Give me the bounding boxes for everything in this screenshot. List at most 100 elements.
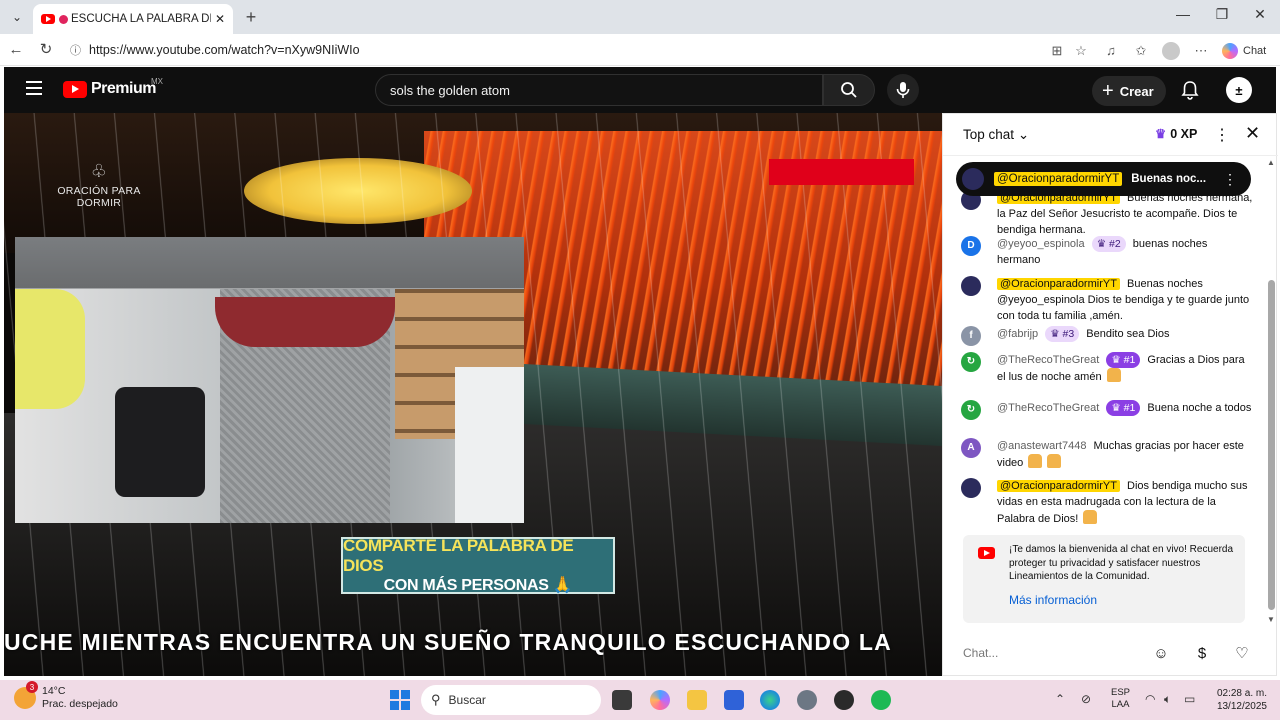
pinned-more-icon[interactable]: ⋮ [1223, 171, 1237, 188]
message-author[interactable]: @OracionparadormirYT [997, 480, 1120, 492]
chevron-up-icon[interactable]: ⌃ [1055, 692, 1065, 706]
wifi-icon[interactable]: ◠ [1145, 692, 1155, 706]
emoji-icon[interactable]: ☺ [1151, 644, 1171, 664]
scroll-thumb[interactable] [1268, 280, 1275, 610]
chat-more-icon[interactable]: ⋮ [1214, 125, 1230, 145]
new-tab-button[interactable]: + [240, 6, 262, 28]
media-control-icon[interactable]: ♫ [1102, 42, 1120, 60]
chat-messages-list: @OracionparadormirYT Buenas noches herma… [943, 186, 1265, 529]
minimize-icon[interactable]: — [1168, 6, 1198, 22]
message-author[interactable]: @OracionparadormirYT [997, 278, 1120, 290]
notifications-bell-icon[interactable] [1179, 79, 1201, 101]
chat-message: ↻ @TheRecoTheGreat ♛ #1 Gracias a Dios p… [961, 352, 1253, 385]
avatar [961, 478, 981, 498]
notification-badge: 3 [26, 681, 38, 693]
chat-message: f @fabrijp ♛ #3 Bendito sea Dios [961, 326, 1253, 346]
youtube-favicon-icon [41, 14, 55, 24]
menu-icon[interactable] [26, 81, 42, 95]
create-label: Crear [1119, 83, 1154, 99]
tab-title: ESCUCHA LA PALABRA DE DIOS [71, 13, 211, 25]
tab-youtube[interactable]: ESCUCHA LA PALABRA DE DIOS ✕ [33, 4, 233, 34]
heart-icon[interactable]: ♡ [1232, 644, 1252, 664]
avatar [961, 276, 981, 296]
scroll-down-icon[interactable]: ▼ [1267, 615, 1275, 624]
praying-hands-icon [1028, 454, 1043, 468]
apps-icon[interactable]: ⊞ [1048, 42, 1066, 60]
site-info-icon[interactable]: ⓘ [70, 42, 81, 58]
favorite-star-icon[interactable]: ☆ [1072, 42, 1090, 60]
favorites-icon[interactable]: ✩ [1132, 42, 1150, 60]
task-view-icon[interactable] [612, 690, 632, 710]
voice-search-button[interactable] [887, 74, 919, 106]
tab-close-icon[interactable]: ✕ [215, 12, 225, 26]
app-icon[interactable] [834, 690, 854, 710]
file-explorer-icon[interactable] [687, 690, 707, 710]
search-button[interactable] [823, 74, 875, 106]
message-text: Buena noche a todos [1147, 402, 1252, 414]
chat-message: @OracionparadormirYT Dios bendiga mucho … [961, 478, 1253, 527]
chat-close-icon[interactable]: ✕ [1245, 123, 1260, 144]
xp-indicator[interactable]: ♛ 0 XP [1155, 126, 1197, 142]
reload-icon[interactable]: ↻ [36, 40, 56, 60]
copilot-chat-button[interactable]: Chat [1222, 41, 1266, 61]
video-player[interactable]: ♧ ORACIÓN PARA DORMIR COMPARTE LA PALABR… [4, 113, 942, 676]
account-avatar[interactable]: ± [1226, 77, 1252, 103]
chat-input[interactable]: Chat... [963, 639, 1138, 667]
banner-line-2: CON MÁS PERSONAS 🙏 [383, 577, 573, 595]
channel-watermark: ♧ ORACIÓN PARA DORMIR [34, 161, 164, 209]
youtube-premium-logo[interactable]: Premium MX [63, 77, 163, 98]
url-field[interactable]: ⓘ https://www.youtube.com/watch?v=nXyw9N… [64, 38, 1094, 62]
avatar: A [961, 438, 981, 458]
more-options-icon[interactable]: ⋯ [1192, 42, 1210, 60]
welcome-text: ¡Te damos la bienvenida al chat en vivo!… [1009, 544, 1234, 582]
chat-mode-dropdown[interactable]: Top chat ⌄ [963, 127, 1029, 143]
message-author[interactable]: @anastewart7448 [997, 440, 1086, 452]
rank-badge: ♛ #3 [1045, 326, 1080, 342]
avatar: D [961, 236, 981, 256]
pinned-message[interactable]: @OracionparadormirYT Buenas noc... ⋮ [956, 162, 1251, 196]
praying-hands-icon [1106, 368, 1121, 382]
settings-gear-icon[interactable] [797, 690, 817, 710]
video-red-bar [769, 159, 914, 185]
chat-mode-label: Top chat [963, 127, 1015, 142]
windows-start-icon[interactable] [390, 690, 410, 710]
message-author[interactable]: @fabrijp [997, 328, 1038, 340]
chat-message: ↻ @TheRecoTheGreat ♛ #1 Buena noche a to… [961, 400, 1253, 420]
close-window-icon[interactable]: ✕ [1245, 6, 1275, 23]
message-author[interactable]: @TheRecoTheGreat [997, 402, 1099, 414]
maximize-icon[interactable]: ❐ [1207, 6, 1237, 23]
share-banner: COMPARTE LA PALABRA DE DIOS CON MÁS PERS… [341, 536, 615, 595]
praying-hands-icon [1083, 510, 1098, 524]
microphone-icon [896, 82, 910, 98]
copilot-taskbar-icon[interactable] [650, 690, 670, 710]
create-button[interactable]: + Crear [1092, 76, 1166, 106]
message-author[interactable]: @yeyoo_espinola [997, 238, 1085, 250]
battery-icon[interactable]: ▭ [1184, 692, 1195, 706]
chat-message: @OracionparadormirYT Buenas noches herma… [961, 190, 1253, 238]
brand-text: Premium [91, 80, 156, 97]
system-clock[interactable]: 02:28 a. m. 13/12/2025 [1212, 687, 1267, 713]
language-indicator[interactable]: ESP LAA [1111, 687, 1130, 711]
avatar: ↻ [961, 400, 981, 420]
profile-avatar[interactable] [1162, 42, 1180, 60]
network-off-icon[interactable]: ⊘ [1081, 692, 1091, 706]
chat-message: D @yeyoo_espinola ♛ #2 buenas noches her… [961, 236, 1253, 268]
avatar: ↻ [961, 352, 981, 372]
store-icon[interactable] [724, 690, 744, 710]
chat-scrollbar[interactable]: ▲ ▼ [1266, 158, 1276, 628]
youtube-icon [978, 547, 995, 559]
spotify-icon[interactable] [871, 690, 891, 710]
avatar: f [961, 326, 981, 346]
tab-actions-menu-icon[interactable]: ⌄ [6, 6, 28, 28]
chat-message: A @anastewart7448 Muchas gracias por hac… [961, 438, 1253, 471]
weather-widget[interactable]: 3 14°C Prac. despejado [14, 681, 118, 711]
message-author[interactable]: @TheRecoTheGreat [997, 354, 1099, 366]
back-icon[interactable]: ← [6, 40, 26, 60]
more-info-link[interactable]: Más información [1009, 593, 1235, 608]
super-chat-icon[interactable]: $ [1192, 644, 1212, 664]
volume-icon[interactable]: 🔈︎ [1164, 692, 1171, 707]
search-input[interactable]: sols the golden atom [375, 74, 823, 106]
edge-browser-icon[interactable] [760, 690, 780, 710]
taskbar-search[interactable]: ⚲ Buscar [421, 685, 601, 715]
scroll-up-icon[interactable]: ▲ [1267, 158, 1275, 167]
